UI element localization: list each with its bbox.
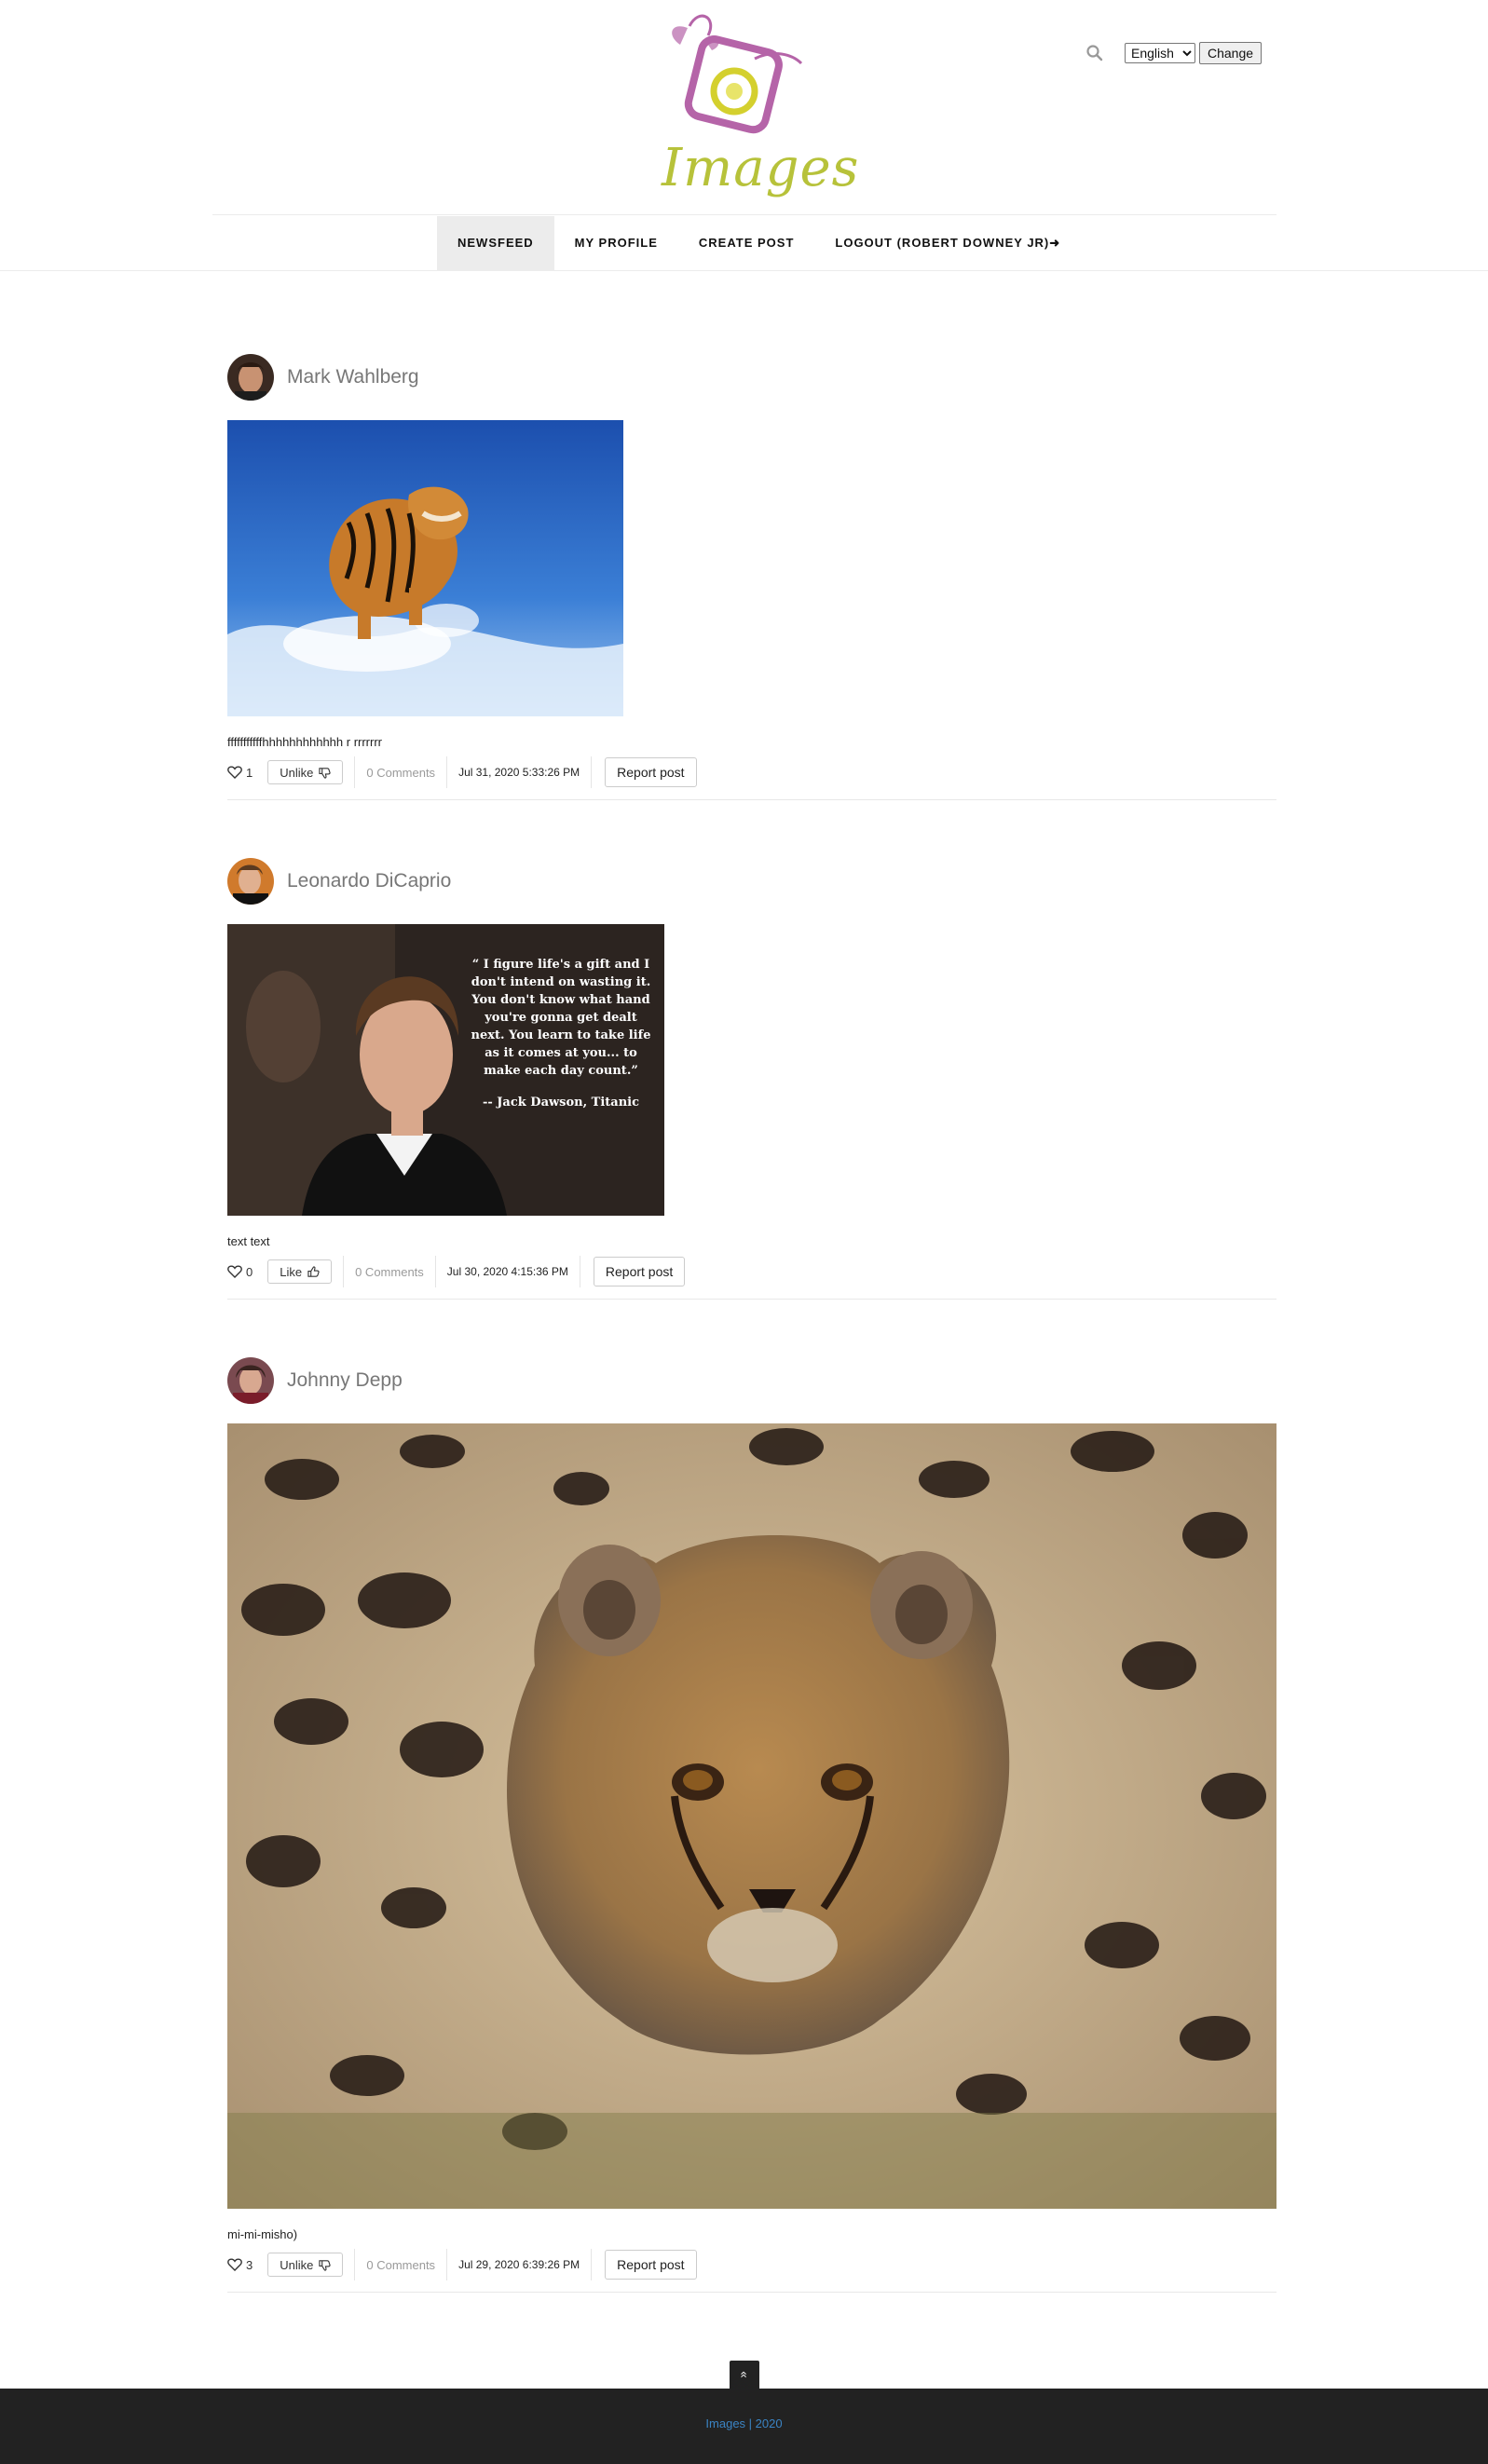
post-caption: fffffffffffhhhhhhhhhhhh r rrrrrrr	[227, 735, 382, 749]
post-image	[227, 420, 623, 716]
action-separator	[354, 756, 356, 788]
like-button-label: Unlike	[280, 2257, 314, 2272]
quote-author: -- Jack Dawson, Titanic	[482, 1096, 640, 1109]
chevron-up-icon: «	[737, 2371, 752, 2378]
header-tools: English Change	[1085, 41, 1263, 65]
report-post-button[interactable]: Report post	[605, 2250, 697, 2280]
scroll-to-top-button[interactable]: «	[730, 2361, 759, 2389]
like-count: 1	[227, 766, 253, 780]
site-footer: Images | 2020	[0, 2389, 1488, 2464]
nav-item-logout[interactable]: LOGOUT (ROBERT DOWNEY JR)➜	[814, 216, 1081, 270]
comments-link[interactable]: 0 Comments	[366, 766, 435, 780]
change-language-button[interactable]: Change	[1199, 42, 1263, 64]
report-post-button[interactable]: Report post	[593, 1257, 686, 1286]
like-count: 3	[227, 2258, 253, 2272]
action-separator	[591, 2249, 593, 2280]
action-separator	[343, 1256, 345, 1287]
post-divider	[227, 2292, 1276, 2293]
action-separator	[446, 756, 448, 788]
post-author[interactable]: Leonardo DiCaprio	[287, 870, 451, 892]
post-author[interactable]: Mark Wahlberg	[287, 366, 419, 388]
thumbs-up-icon	[307, 1265, 320, 1277]
like-count: 0	[227, 1265, 253, 1279]
post-date: Jul 29, 2020 6:39:26 PM	[458, 2258, 580, 2271]
avatar[interactable]	[227, 858, 274, 905]
post-card: Mark Wahlberg fffffffffffhhhhhhhhhhhh r …	[227, 353, 1276, 800]
avatar[interactable]	[227, 354, 274, 401]
unlike-button[interactable]: Unlike	[267, 760, 344, 784]
logo-text: Images	[662, 138, 860, 198]
post-caption: text text	[227, 1234, 270, 1248]
camera-leaf-icon	[672, 14, 803, 134]
post-caption: mi-mi-misho)	[227, 2227, 298, 2241]
like-count-value: 0	[246, 1264, 253, 1279]
quote-text: “ I figure life's a gift and I don't int…	[471, 958, 651, 1078]
post-date: Jul 30, 2020 4:15:36 PM	[446, 1265, 568, 1278]
nav-divider-top	[212, 214, 1276, 215]
action-separator	[591, 756, 593, 788]
post-divider	[227, 799, 1276, 800]
action-separator	[434, 1256, 436, 1287]
post-header: Johnny Depp	[227, 1356, 1276, 1405]
language-select[interactable]: English	[1125, 43, 1195, 63]
post-card: Johnny Depp mi-mi-misho) 3 Unlike 0 Comm…	[227, 1356, 1276, 2293]
heart-icon	[227, 766, 242, 779]
comments-link[interactable]: 0 Comments	[366, 2258, 435, 2272]
like-button-label: Unlike	[280, 765, 314, 780]
post-divider	[227, 1299, 1276, 1300]
like-button[interactable]: Like	[267, 1259, 333, 1284]
heart-icon	[227, 1265, 242, 1278]
nav-item-newsfeed[interactable]: NEWSFEED	[437, 216, 554, 270]
like-count-value: 3	[246, 2257, 253, 2272]
post-image: “ I figure life's a gift and I don't int…	[227, 924, 664, 1216]
nav-item-my-profile[interactable]: MY PROFILE	[554, 216, 678, 270]
report-post-button[interactable]: Report post	[605, 757, 697, 787]
post-actions: 1 Unlike 0 Comments Jul 31, 2020 5:33:26…	[227, 756, 1276, 788]
search-icon[interactable]	[1085, 44, 1104, 62]
post-header: Mark Wahlberg	[227, 353, 1276, 402]
action-separator	[354, 2249, 356, 2280]
post-actions: 3 Unlike 0 Comments Jul 29, 2020 6:39:26…	[227, 2249, 1276, 2280]
unlike-button[interactable]: Unlike	[267, 2253, 344, 2277]
post-author[interactable]: Johnny Depp	[287, 1369, 403, 1392]
post-actions: 0 Like 0 Comments Jul 30, 2020 4:15:36 P…	[227, 1256, 1276, 1287]
post-image	[227, 1423, 1276, 2209]
heart-icon	[227, 2258, 242, 2271]
post-date: Jul 31, 2020 5:33:26 PM	[458, 766, 580, 779]
comments-link[interactable]: 0 Comments	[355, 1265, 424, 1279]
like-button-label: Like	[280, 1264, 303, 1279]
thumbs-down-icon	[319, 2259, 331, 2271]
post-card: Leonardo DiCaprio “ I figure life's a gi…	[227, 857, 1276, 1300]
thumbs-down-icon	[319, 767, 331, 779]
nav-item-create-post[interactable]: CREATE POST	[678, 216, 815, 270]
footer-text[interactable]: Images | 2020	[705, 2416, 782, 2430]
nav-divider-bottom	[0, 270, 1488, 271]
action-separator	[446, 2249, 448, 2280]
post-header: Leonardo DiCaprio	[227, 857, 1276, 905]
like-count-value: 1	[246, 765, 253, 780]
site-logo[interactable]: Images	[652, 7, 860, 203]
main-nav: NEWSFEED MY PROFILE CREATE POST LOGOUT (…	[437, 216, 1081, 270]
avatar[interactable]	[227, 1357, 274, 1404]
